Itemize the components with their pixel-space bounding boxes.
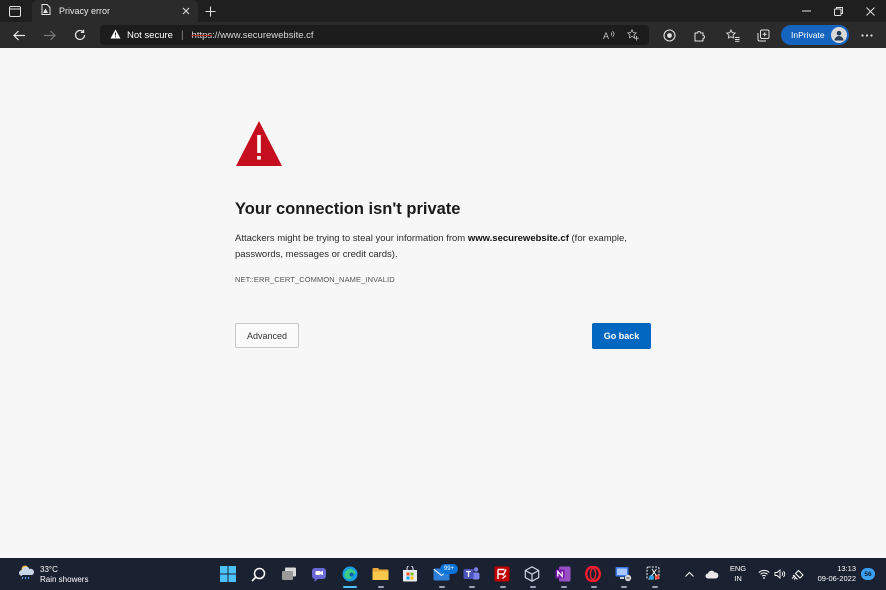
wifi-icon[interactable]	[757, 558, 771, 590]
desc-host: www.securewebsite.cf	[467, 233, 569, 244]
running-app-indicator	[378, 586, 384, 588]
error-code: NET::ERR_CERT_COMMON_NAME_INVALID	[235, 275, 395, 284]
restore-button[interactable]	[822, 0, 854, 22]
filezilla-icon[interactable]	[492, 564, 512, 584]
inprivate-label: InPrivate	[791, 30, 825, 40]
desc-before: Attackers might be trying to steal your …	[235, 233, 468, 244]
tab-actions-icon[interactable]	[6, 3, 24, 19]
running-app-indicator	[439, 586, 445, 588]
edge-browser-icon[interactable]	[340, 564, 360, 584]
opera-icon[interactable]	[583, 564, 603, 584]
running-app-indicator	[621, 586, 627, 588]
tab-title: Privacy error	[59, 6, 111, 16]
mail-unread-badge: 99+	[440, 564, 458, 574]
running-app-indicator	[591, 586, 597, 588]
task-view-icon[interactable]	[279, 564, 299, 584]
back-button[interactable]	[9, 25, 29, 45]
battery-plugged-icon[interactable]	[790, 558, 804, 590]
read-aloud-icon[interactable]: A	[602, 28, 616, 42]
running-app-indicator	[469, 586, 475, 588]
teams-chat-icon[interactable]	[309, 564, 329, 584]
search-icon[interactable]	[248, 564, 268, 584]
not-secure-label[interactable]: Not secure	[127, 30, 173, 41]
weather-widget[interactable]: 33°C Rain showers	[18, 564, 88, 585]
snipping-tool-icon[interactable]	[644, 564, 664, 584]
start-button[interactable]	[218, 564, 238, 584]
onedrive-cloud-icon[interactable]	[703, 558, 721, 590]
running-app-indicator	[500, 586, 506, 588]
taskbar: 33°C Rain showers ENG IN 13:13 09-06-202…	[0, 558, 886, 590]
close-window-button[interactable]	[854, 0, 886, 22]
system-clock[interactable]: 13:13 09-06-2022	[808, 564, 856, 584]
go-back-button[interactable]: Go back	[592, 323, 651, 349]
error-description: Attackers might be trying to steal your …	[235, 231, 655, 263]
close-tab-icon[interactable]	[178, 3, 194, 19]
store-icon[interactable]	[400, 564, 420, 584]
tracking-prevention-icon[interactable]	[661, 27, 677, 43]
weather-description: Rain showers	[40, 574, 89, 584]
remote-desktop-icon[interactable]	[613, 564, 633, 584]
tab-privacy-error[interactable]: Privacy error	[32, 0, 198, 22]
active-app-indicator	[343, 586, 357, 588]
address-bar[interactable]: Not secure | https://www.securewebsite.c…	[100, 25, 649, 45]
tab-strip: Privacy error	[0, 0, 886, 22]
lang-line2: IN	[734, 574, 742, 583]
input-language-indicator[interactable]: ENG IN	[729, 564, 747, 584]
onenote-icon[interactable]	[553, 564, 573, 584]
clock-time: 13:13	[837, 564, 856, 573]
omnibox-divider: |	[180, 29, 184, 41]
new-tab-button[interactable]	[202, 3, 218, 19]
file-explorer-icon[interactable]	[370, 564, 390, 584]
more-options-icon[interactable]	[859, 27, 875, 43]
notification-count-badge[interactable]: 56	[861, 568, 875, 580]
running-app-indicator	[530, 586, 536, 588]
clock-date: 09-06-2022	[817, 574, 856, 583]
refresh-button[interactable]	[70, 25, 90, 45]
warning-triangle-icon[interactable]	[110, 26, 121, 44]
volume-icon[interactable]	[773, 558, 787, 590]
teams-icon[interactable]	[461, 564, 481, 584]
favorites-icon[interactable]	[725, 27, 741, 43]
svg-text:A: A	[603, 31, 609, 40]
page-title: Your connection isn't private	[235, 200, 461, 218]
running-app-indicator	[561, 586, 567, 588]
lang-line1: ENG	[729, 564, 747, 573]
inprivate-badge[interactable]: InPrivate	[781, 25, 849, 45]
weather-temperature: 33°C	[40, 564, 58, 574]
collections-icon[interactable]	[755, 27, 771, 43]
forward-button[interactable]	[39, 25, 59, 45]
url-scheme: https	[191, 29, 213, 41]
tab-favicon-icon	[40, 2, 51, 20]
advanced-button[interactable]: Advanced	[235, 323, 299, 348]
minimize-button[interactable]	[790, 0, 822, 22]
rain-cloud-icon	[18, 564, 36, 585]
profile-avatar-icon[interactable]	[831, 27, 847, 43]
browser-toolbar: Not secure | https://www.securewebsite.c…	[0, 22, 886, 48]
virtualbox-icon[interactable]	[522, 564, 542, 584]
running-app-indicator	[652, 586, 658, 588]
extensions-icon[interactable]	[691, 27, 707, 43]
url-text: ://www.securewebsite.cf	[212, 29, 314, 41]
show-hidden-icons-chevron-icon[interactable]	[682, 558, 696, 590]
warning-icon	[235, 120, 283, 172]
add-favorite-icon[interactable]	[626, 28, 640, 42]
error-page: Your connection isn't private Attackers …	[0, 48, 886, 558]
